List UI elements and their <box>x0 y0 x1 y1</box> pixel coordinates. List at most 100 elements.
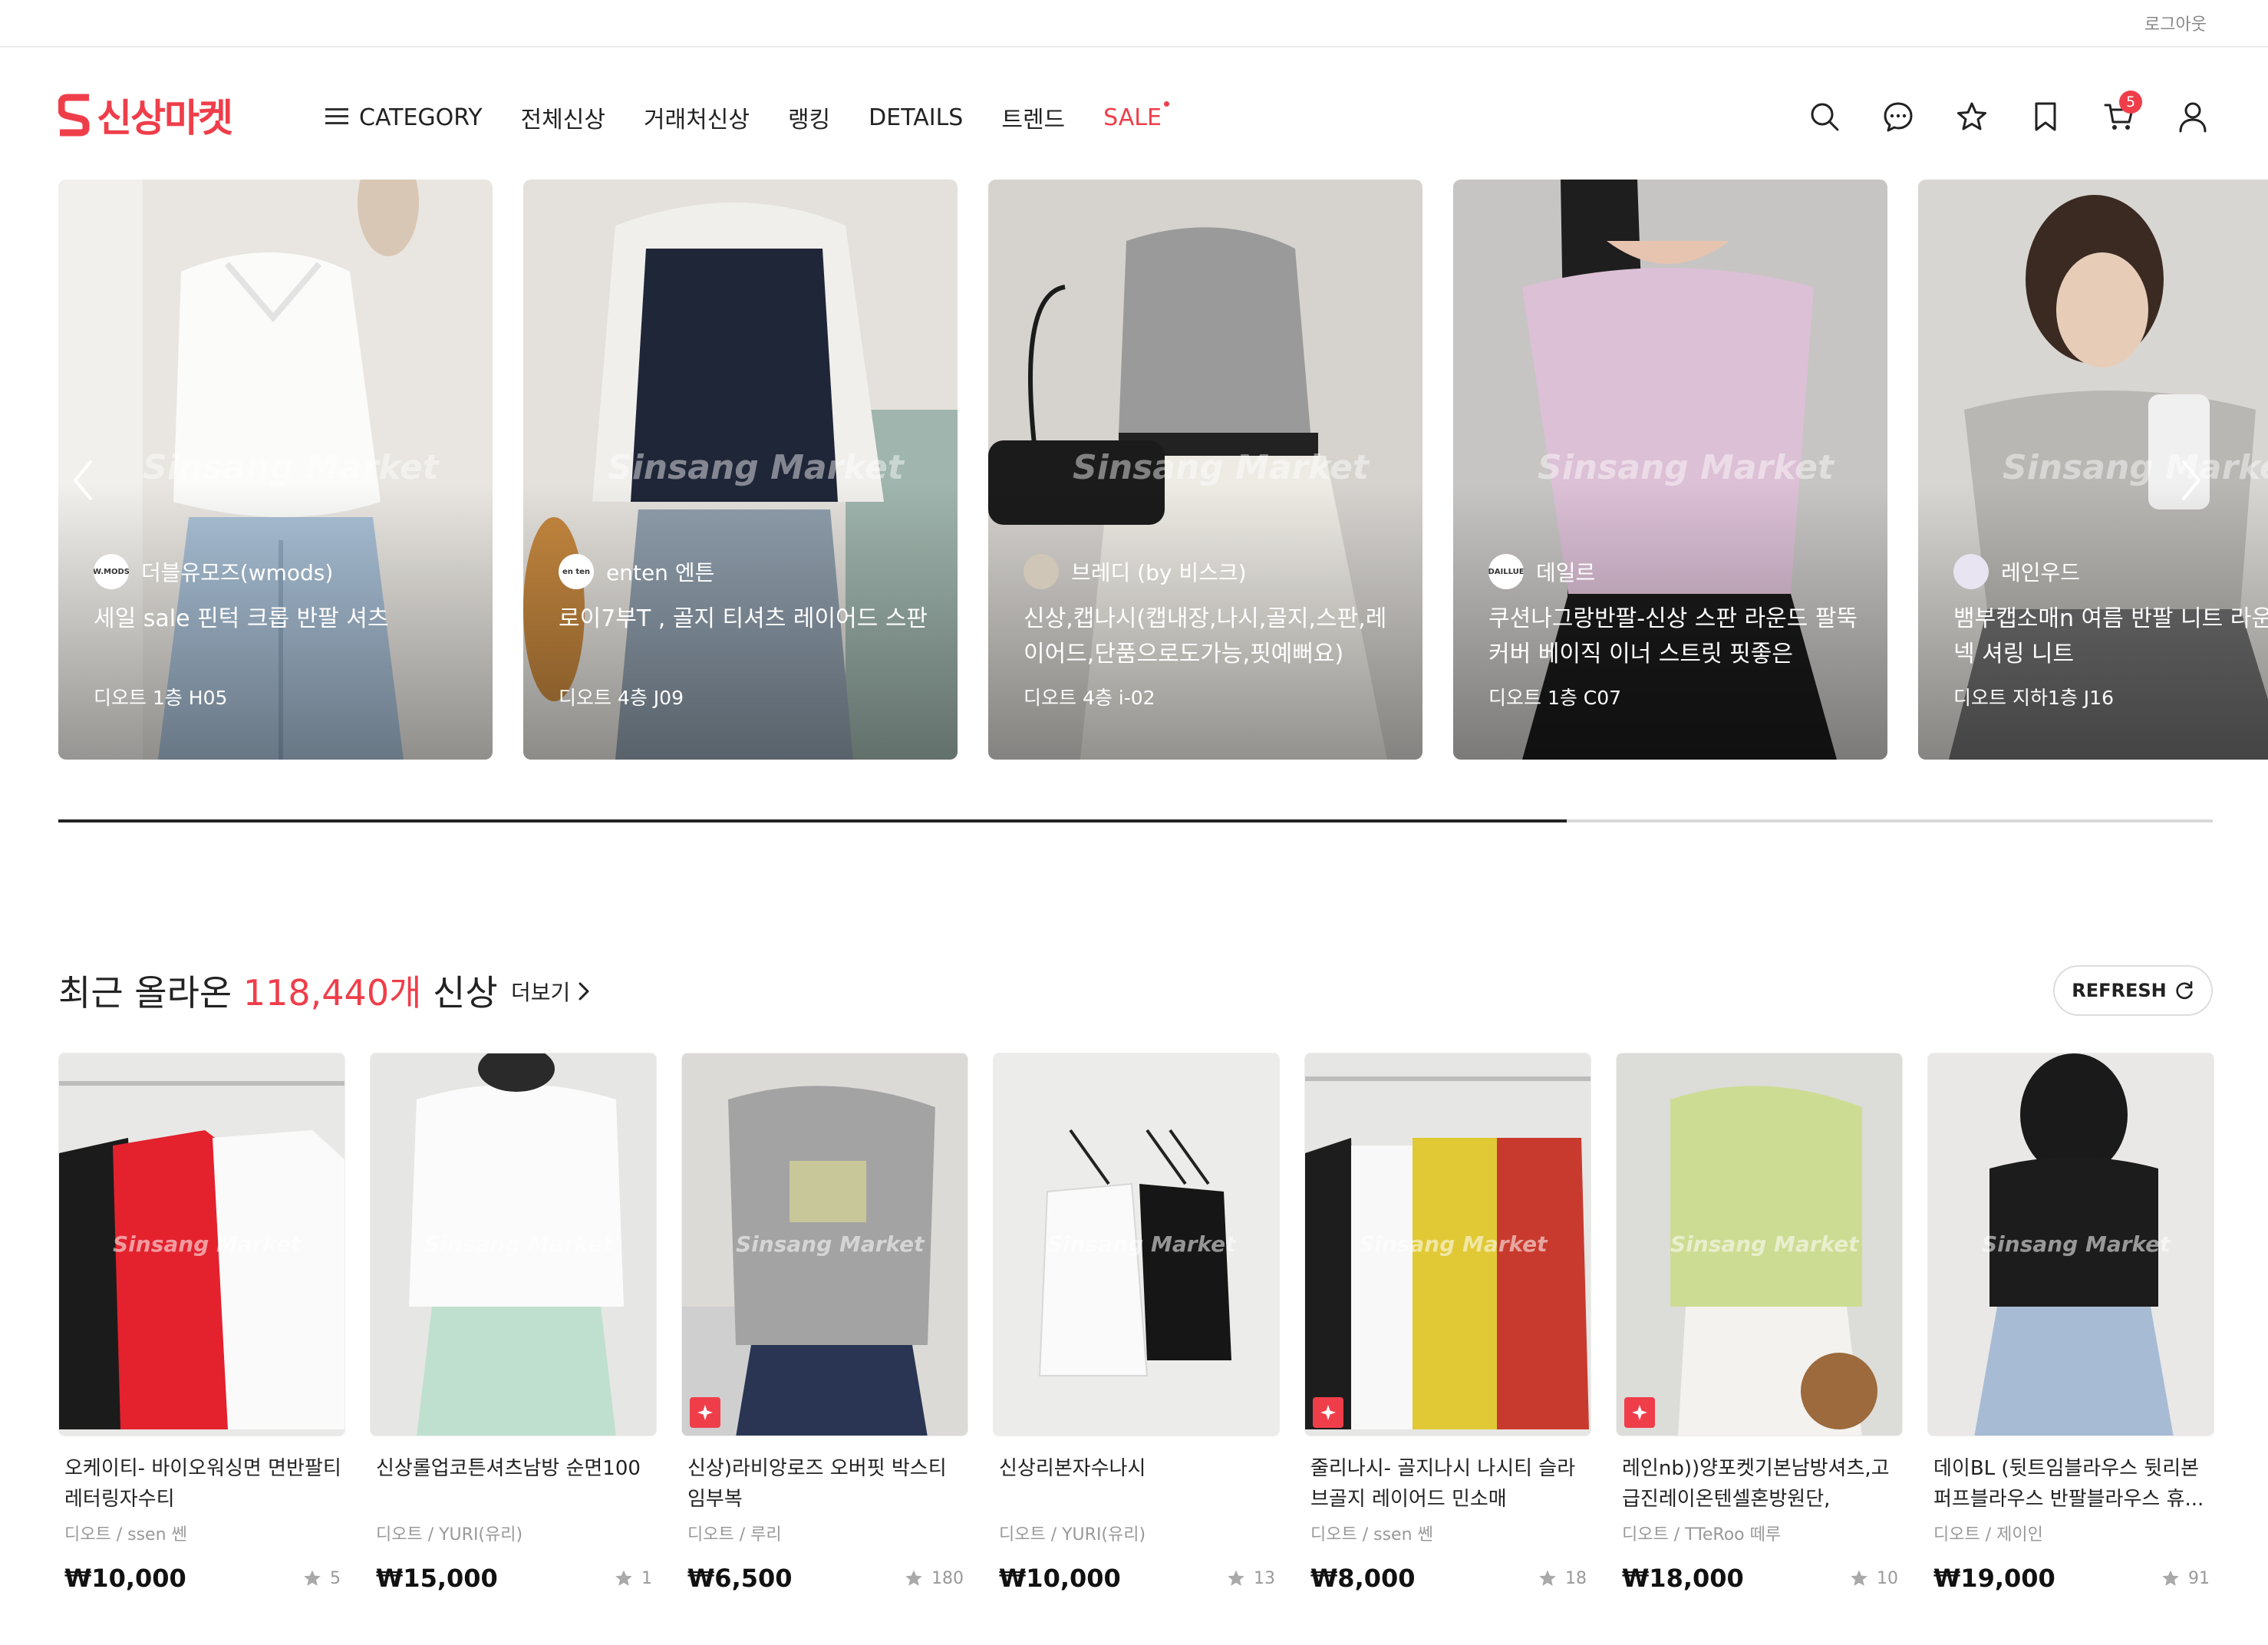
logo-s-icon <box>58 94 90 137</box>
carousel-progress-bar[interactable] <box>58 819 2213 822</box>
product-grid: Sinsang Market 오케이티- 바이오워싱면 면반팔티 레터링자수티 … <box>58 1053 2214 1605</box>
bookmark-icon[interactable] <box>2026 97 2065 137</box>
favorite-count: 1 <box>641 1568 652 1588</box>
nav-sale[interactable]: SALE <box>1103 101 1169 131</box>
logout-link[interactable]: 로그아웃 <box>2144 11 2207 35</box>
banner-watermark: Sinsang Market <box>1073 448 1369 487</box>
product-name[interactable]: 데이BL (뒷트임블라우스 뒷리본 퍼프블라우스 반팔블라우스 휴... <box>1933 1453 2211 1515</box>
user-icon[interactable] <box>2173 97 2213 137</box>
banner-title: 신상,캡나시(캡내장,나시,골지,스판,레이어드,단품으로도가능,핏예뻐요) <box>1024 605 1387 668</box>
banner-location: 디오트 지하1층 J16 <box>1953 687 2114 709</box>
menu-icon <box>325 108 348 125</box>
product-name[interactable]: 오케이티- 바이오워싱면 면반팔티 레터링자수티 <box>64 1453 342 1515</box>
cart-count-badge: 5 <box>2119 91 2142 114</box>
product-image[interactable]: Sinsang Market <box>1616 1053 1903 1436</box>
cart-icon[interactable]: 5 <box>2099 91 2142 137</box>
site-logo[interactable]: 신상마켓 <box>58 91 233 140</box>
refresh-button[interactable]: REFRESH <box>2053 965 2213 1016</box>
product-store[interactable]: 디오트 / 루리 <box>687 1521 782 1545</box>
product-card[interactable]: Sinsang Market 데이BL (뒷트임블라우스 뒷리본 퍼프블라우스 … <box>1927 1053 2214 1605</box>
product-name[interactable]: 신상롤업코튼셔츠남방 순면100 <box>376 1453 654 1484</box>
star-icon[interactable] <box>1952 97 1992 137</box>
store-name: 더블유모즈(wmods) <box>141 560 334 585</box>
product-store[interactable]: 디오트 / ssen 쎈 <box>1310 1521 1433 1545</box>
carousel-prev-arrow[interactable] <box>68 457 98 503</box>
sparkle-badge-icon <box>1313 1397 1343 1428</box>
nav-sale-label: SALE <box>1103 104 1162 131</box>
product-favorites[interactable]: 18 <box>1538 1568 1587 1588</box>
product-name[interactable]: 신상리본자수나시 <box>999 1453 1277 1484</box>
nav-category[interactable]: CATEGORY <box>325 104 483 131</box>
favorite-count: 5 <box>330 1568 341 1588</box>
favorite-count: 91 <box>2188 1568 2210 1588</box>
nav-trend[interactable]: 트렌드 <box>1001 101 1065 134</box>
section-title: 최근 올라온 118,440개 신상 <box>58 965 498 1016</box>
banner-card[interactable]: Sinsang Market en ten enten 엔튼 로이7부T , 골… <box>523 180 958 760</box>
search-icon[interactable] <box>1805 97 1844 137</box>
banner-store[interactable]: W.MODS 더블유모즈(wmods) <box>94 554 333 589</box>
product-card[interactable]: Sinsang Market 레인nb))양포켓기본남방셔츠,고급진레이온텐셀혼… <box>1616 1053 1903 1605</box>
banner-store[interactable]: 레인우드 <box>1953 554 2080 589</box>
nav-category-label: CATEGORY <box>359 104 483 131</box>
product-watermark: Sinsang Market <box>1982 1231 2171 1257</box>
product-favorites[interactable]: 180 <box>904 1568 964 1588</box>
nav-ranking[interactable]: 랭킹 <box>788 101 830 134</box>
product-image[interactable]: Sinsang Market <box>58 1053 345 1436</box>
product-favorites[interactable]: 91 <box>2161 1568 2210 1588</box>
product-favorites[interactable]: 13 <box>1226 1568 1275 1588</box>
product-store[interactable]: 디오트 / YURI(유리) <box>999 1521 1146 1545</box>
favorite-count: 13 <box>1254 1568 1275 1588</box>
product-store[interactable]: 디오트 / TTeRoo 떼루 <box>1622 1521 1781 1545</box>
product-card[interactable]: Sinsang Market 신상리본자수나시 디오트 / YURI(유리) ₩… <box>993 1053 1280 1605</box>
sparkle-badge-icon <box>690 1397 720 1428</box>
product-name[interactable]: 줄리나시- 골지나시 나시티 슬라브골지 레이어드 민소매 <box>1310 1453 1588 1515</box>
product-image[interactable]: Sinsang Market <box>1927 1053 2214 1436</box>
product-image[interactable]: Sinsang Market <box>370 1053 657 1436</box>
product-image[interactable]: Sinsang Market <box>1304 1053 1591 1436</box>
product-price: ₩8,000 <box>1310 1564 1416 1593</box>
product-image[interactable]: Sinsang Market <box>993 1053 1280 1436</box>
section-title-suffix: 신상 <box>421 972 498 1014</box>
nav-partner-new[interactable]: 거래처신상 <box>644 101 750 134</box>
store-logo <box>1024 554 1059 589</box>
product-card[interactable]: Sinsang Market 신상롤업코튼셔츠남방 순면100 디오트 / YU… <box>370 1053 657 1605</box>
favorite-count: 180 <box>931 1568 964 1588</box>
new-dot <box>1163 101 1169 107</box>
product-favorites[interactable]: 1 <box>614 1568 652 1588</box>
chat-icon[interactable] <box>1878 97 1918 137</box>
banner-store[interactable]: en ten enten 엔튼 <box>559 554 714 589</box>
banner-title: 세일 sale 핀턱 크롭 반팔 셔츠 <box>94 605 389 632</box>
featured-carousel[interactable]: Sinsang Market W.MODS 더블유모즈(wmods) 세일 sa… <box>0 180 2268 760</box>
product-store[interactable]: 디오트 / ssen 쎈 <box>64 1521 187 1545</box>
product-card[interactable]: Sinsang Market 오케이티- 바이오워싱면 면반팔티 레터링자수티 … <box>58 1053 345 1605</box>
product-store[interactable]: 디오트 / 제이인 <box>1933 1521 2043 1545</box>
star-icon <box>905 1570 922 1586</box>
product-favorites[interactable]: 10 <box>1849 1568 1898 1588</box>
section-title-prefix: 최근 올라온 <box>58 972 243 1014</box>
favorite-count: 18 <box>1565 1568 1587 1588</box>
banner-watermark: Sinsang Market <box>1538 448 1834 487</box>
product-favorites[interactable]: 5 <box>302 1568 341 1588</box>
banner-card[interactable]: Sinsang Market W.MODS 더블유모즈(wmods) 세일 sa… <box>58 180 493 760</box>
banner-card[interactable]: Sinsang Market 브레디 (by 비스크) 신상,캡나시(캡내장,나… <box>988 180 1422 760</box>
banner-card[interactable]: Sinsang Market 레인우드 뱀부캡소매n 여름 반팔 니트 라운드 … <box>1918 180 2268 760</box>
banner-location: 디오트 1층 H05 <box>94 687 228 709</box>
sparkle-badge-icon <box>1624 1397 1655 1428</box>
product-price: ₩10,000 <box>64 1564 186 1593</box>
product-card[interactable]: Sinsang Market 신상)라비앙로즈 오버핏 박스티 임부복 디오트 … <box>681 1053 968 1605</box>
more-link[interactable]: 더보기 <box>511 976 590 1007</box>
nav-all-new[interactable]: 전체신상 <box>521 101 605 134</box>
product-name[interactable]: 신상)라비앙로즈 오버핏 박스티 임부복 <box>687 1453 965 1515</box>
banner-card[interactable]: Sinsang Market DAILLUE 데일르 쿠션나그랑반팔-신상 스판… <box>1453 180 1887 760</box>
product-image[interactable]: Sinsang Market <box>681 1053 968 1436</box>
nav-details[interactable]: DETAILS <box>869 104 963 131</box>
product-name[interactable]: 레인nb))양포켓기본남방셔츠,고급진레이온텐셀혼방원단, <box>1622 1453 1900 1515</box>
product-store[interactable]: 디오트 / YURI(유리) <box>376 1521 522 1545</box>
product-watermark: Sinsang Market <box>113 1231 302 1257</box>
carousel-next-arrow[interactable] <box>2176 457 2207 503</box>
product-card[interactable]: Sinsang Market 줄리나시- 골지나시 나시티 슬라브골지 레이어드… <box>1304 1053 1591 1605</box>
star-icon <box>304 1570 321 1586</box>
banner-store[interactable]: 브레디 (by 비스크) <box>1024 554 1247 589</box>
banner-store[interactable]: DAILLUE 데일르 <box>1488 554 1595 589</box>
star-icon <box>1228 1570 1244 1586</box>
